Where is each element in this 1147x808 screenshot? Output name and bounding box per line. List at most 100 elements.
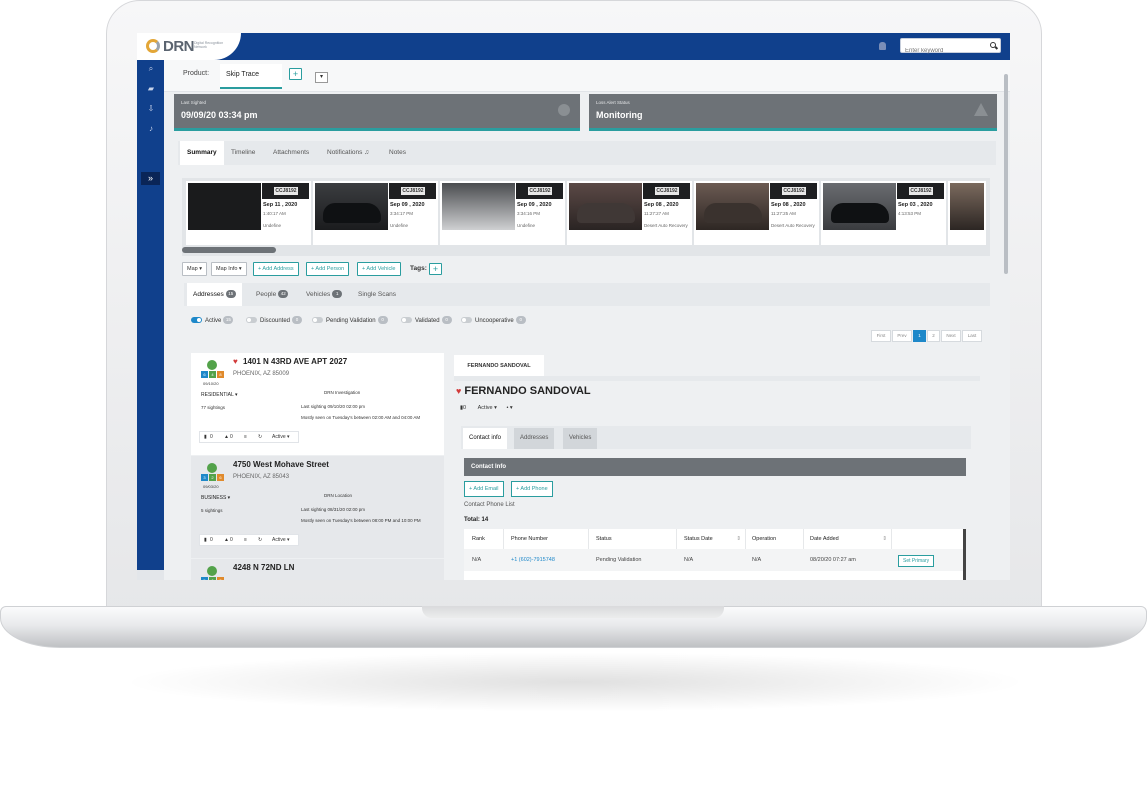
plate-photo: CCJ8192 <box>262 183 309 199</box>
page-first[interactable]: First <box>871 330 891 342</box>
sighting-card[interactable]: CCJ8192 Sep 11 , 2020 1:40:17 AM Undefin… <box>186 181 311 245</box>
column-header[interactable]: Status <box>589 529 677 549</box>
sighting-card[interactable]: CCJ8192 Sep 09 , 2020 3:34:17 PM Undefin… <box>313 181 438 245</box>
add-tag-button[interactable]: + <box>429 263 442 275</box>
page-1[interactable]: 1 <box>913 330 926 342</box>
chevron-down-icon[interactable]: ▾ <box>315 72 328 83</box>
logo[interactable]: DRN Digital Recognition Network <box>137 33 241 60</box>
search-icon[interactable] <box>990 42 996 48</box>
add-phone-button[interactable]: + Add Phone <box>511 481 553 497</box>
heart-icon[interactable]: ♥ <box>233 357 238 366</box>
plate-photo: CCJ8192 <box>389 183 436 199</box>
tab-vehicles[interactable]: Vehicles 1 <box>306 283 343 306</box>
add-person-button[interactable]: + Add Person <box>306 262 350 276</box>
sort-icon[interactable]: ⇕ <box>736 529 741 549</box>
toggle-switch[interactable] <box>246 317 257 324</box>
add-email-button[interactable]: + Add Email <box>464 481 504 497</box>
search-nav-icon[interactable]: ⌕ <box>146 65 156 73</box>
sighting-date: Sep 08 , 2020 <box>771 202 806 208</box>
tab-summary[interactable]: Summary <box>180 141 224 165</box>
sighting-card[interactable] <box>948 181 986 245</box>
list-icon[interactable]: ≡ <box>244 432 247 442</box>
person-tabs: Contact info Addresses Vehicles <box>461 426 971 449</box>
tab-notifications[interactable]: Notifications ♫ <box>327 141 369 165</box>
set-primary-button[interactable]: Set Primary <box>898 555 935 567</box>
column-header[interactable]: Rank <box>464 529 504 549</box>
bell-icon[interactable]: ▲ <box>224 432 229 442</box>
list-icon[interactable]: ≡ <box>244 535 247 545</box>
more-dropdown[interactable]: • ▾ <box>506 405 512 411</box>
page-2[interactable]: 2 <box>927 330 940 342</box>
sighting-card[interactable]: CCJ8192 Sep 03 , 2020 4:13:53 PM <box>821 181 946 245</box>
address-item[interactable]: 6 4 8 09/10/20 ♥ 1401 N 43RD AVE APT 202… <box>191 353 444 455</box>
sighting-card[interactable]: CCJ8192 Sep 09 , 2020 3:34:16 PM Undefin… <box>440 181 565 245</box>
map-dropdown[interactable]: Map ▾ <box>182 262 207 276</box>
person-tab[interactable]: FERNANDO SANDOVAL <box>454 355 544 377</box>
tab-notes[interactable]: Notes <box>389 141 406 165</box>
download-nav-icon[interactable]: ⇩ <box>146 105 156 113</box>
filter-discounted[interactable]: Discounted 0 <box>246 316 303 326</box>
column-header[interactable]: Status Date ⇕ <box>677 529 746 549</box>
vehicle-photo <box>696 183 769 230</box>
refresh-icon[interactable]: ↻ <box>258 535 262 545</box>
page-prev[interactable]: Prev <box>892 330 912 342</box>
page-next[interactable]: Next <box>941 330 961 342</box>
map-info-dropdown[interactable]: Map Info ▾ <box>211 262 247 276</box>
vertical-scrollbar[interactable] <box>1004 74 1008 274</box>
sighting-card[interactable]: CCJ8192 Sep 08 , 2020 11:27:25 AM Desert… <box>694 181 819 245</box>
status-dropdown[interactable]: Active ▾ <box>272 535 290 545</box>
tab-timeline[interactable]: Timeline <box>231 141 255 165</box>
toggle-switch[interactable] <box>401 317 412 324</box>
sighting-card[interactable]: CCJ8192 Sep 08 , 2020 11:27:27 AM Desert… <box>567 181 692 245</box>
plate-photo: CCJ8192 <box>516 183 563 199</box>
rail-scroll <box>137 570 164 580</box>
add-product-button[interactable]: + <box>289 68 302 80</box>
filter-pending-validation[interactable]: Pending Validation 0 <box>312 316 388 326</box>
address-type-dropdown[interactable]: RESIDENTIAL ▾ <box>201 392 238 398</box>
status-dropdown[interactable]: Active ▾ <box>478 405 497 411</box>
score-box: 6 <box>201 371 208 378</box>
note-icon[interactable]: ▮ <box>204 432 207 442</box>
tab-addresses[interactable]: Addresses 15 <box>187 283 242 306</box>
note-icon[interactable]: ▮ <box>204 535 207 545</box>
tab-person-vehicles[interactable]: Vehicles <box>563 428 598 449</box>
bell-icon[interactable]: ▲ <box>224 535 229 545</box>
address-item[interactable]: 3 2 6 09/03/20 4750 West Mohave Street P… <box>191 456 444 558</box>
address-item[interactable]: 5 6 3 4248 N 72ND LN <box>191 559 444 580</box>
phone-link[interactable]: +1 (602)-7915748 <box>504 549 589 571</box>
toggle-switch[interactable] <box>461 317 472 324</box>
sort-icon[interactable]: ⇕ <box>882 529 887 549</box>
filter-validated[interactable]: Validated 0 <box>401 316 452 326</box>
toggle-switch[interactable] <box>312 317 323 324</box>
address-type-dropdown[interactable]: BUSINESS ▾ <box>201 495 230 501</box>
tab-attachments[interactable]: Attachments <box>273 141 309 165</box>
expand-icon[interactable]: » <box>141 172 160 185</box>
tab-single-scans[interactable]: Single Scans <box>358 283 396 306</box>
status-dropdown[interactable]: Active ▾ <box>272 432 290 442</box>
column-header[interactable]: Operation <box>746 529 804 549</box>
filter-active[interactable]: Active 15 <box>191 316 234 326</box>
add-address-button[interactable]: + Add Address <box>253 262 299 276</box>
score-box: 2 <box>209 474 216 481</box>
bell-nav-icon[interactable]: ♪ <box>146 125 156 133</box>
table-cell: Pending Validation <box>589 549 677 571</box>
tab-contact-info[interactable]: Contact info <box>463 428 508 449</box>
entity-tabs: Addresses 15 People 42 Vehicles 1 Single Sc… <box>184 283 990 306</box>
plate-text: CCJ8192 <box>528 187 552 195</box>
search-input[interactable] <box>901 44 981 58</box>
filter-uncooperative[interactable]: Uncooperative 0 <box>461 316 526 326</box>
refresh-icon[interactable]: ↻ <box>258 432 262 442</box>
bell-icon[interactable] <box>879 42 886 50</box>
heart-icon[interactable]: ♥ <box>456 386 461 396</box>
car-nav-icon[interactable]: ▰ <box>146 85 156 93</box>
toggle-switch[interactable] <box>191 317 202 324</box>
column-header[interactable]: Phone Number <box>504 529 589 549</box>
page-last[interactable]: Last <box>962 330 982 342</box>
column-header[interactable]: Date Added ⇕ <box>804 529 892 549</box>
horizontal-scrollbar[interactable] <box>182 247 276 253</box>
tab-person-addresses[interactable]: Addresses <box>514 428 555 449</box>
record-tabs: Summary Timeline Attachments Notificatio… <box>178 141 996 165</box>
tab-people[interactable]: People 42 <box>256 283 289 306</box>
add-vehicle-button[interactable]: + Add Vehicle <box>357 262 401 276</box>
product-select[interactable]: Skip Trace ▾ <box>220 64 328 89</box>
